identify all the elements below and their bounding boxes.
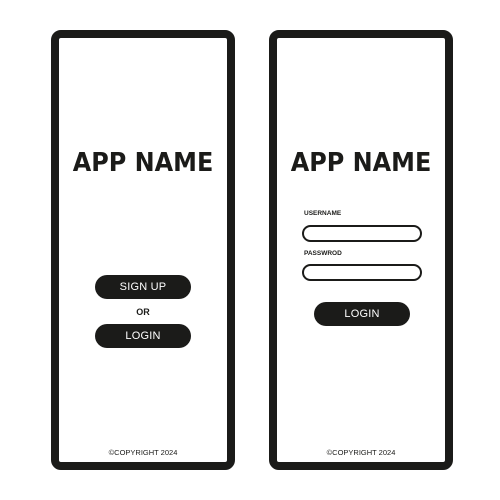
app-name-title: APP NAME (290, 148, 432, 178)
password-input[interactable] (302, 264, 422, 281)
app-name-title: APP NAME (72, 148, 214, 178)
sign-up-button[interactable]: SIGN UP (95, 275, 191, 299)
username-input[interactable] (302, 225, 422, 242)
mockup-canvas: APP NAME SIGN UP OR LOGIN ©COPYRIGHT 202… (0, 0, 500, 500)
login-screen-phone: APP NAME USERNAME PASSWROD LOGIN ©COPYRI… (269, 30, 453, 470)
password-label: PASSWROD (304, 250, 342, 257)
login-button[interactable]: LOGIN (95, 324, 191, 348)
or-divider-text: OR (136, 307, 150, 317)
welcome-screen-phone: APP NAME SIGN UP OR LOGIN ©COPYRIGHT 202… (51, 30, 235, 470)
login-submit-button[interactable]: LOGIN (314, 302, 410, 326)
copyright-text: ©COPYRIGHT 2024 (108, 448, 178, 457)
username-label: USERNAME (304, 210, 342, 217)
copyright-text: ©COPYRIGHT 2024 (326, 448, 396, 457)
